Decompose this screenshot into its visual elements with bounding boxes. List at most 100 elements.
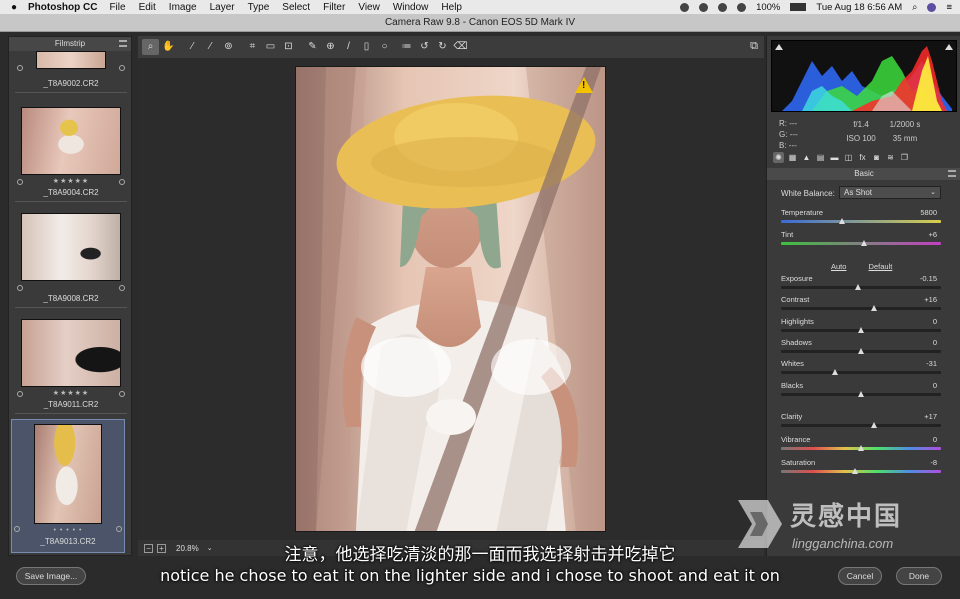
blacks-value[interactable]: 0 bbox=[933, 381, 937, 390]
saturation-slider[interactable]: Saturation -8 bbox=[781, 458, 941, 478]
transform-tool-icon[interactable]: ⊡ bbox=[280, 39, 297, 55]
blacks-handle[interactable] bbox=[858, 391, 864, 397]
saturation-handle[interactable] bbox=[851, 468, 858, 474]
spot-removal-tool-icon[interactable]: ✎ bbox=[304, 39, 321, 55]
graduated-filter-icon[interactable]: ▯ bbox=[358, 39, 375, 55]
zoom-tool-icon[interactable]: ⌕ bbox=[142, 39, 159, 55]
menu-help[interactable]: Help bbox=[441, 2, 462, 13]
search-icon[interactable]: ⌕ bbox=[912, 2, 917, 13]
shadows-value[interactable]: 0 bbox=[933, 338, 937, 347]
exposure-handle[interactable] bbox=[854, 284, 861, 290]
filmstrip-menu-icon[interactable] bbox=[119, 40, 127, 47]
highlights-handle[interactable] bbox=[858, 327, 864, 333]
filmstrip-item[interactable]: _T8A9002.CR2 bbox=[15, 51, 127, 93]
whites-track[interactable] bbox=[781, 371, 941, 374]
exposure-slider[interactable]: Exposure -0.15 bbox=[781, 274, 941, 294]
whites-value[interactable]: -31 bbox=[926, 359, 937, 368]
color-sampler-tool-icon[interactable]: ⁄ bbox=[202, 39, 219, 55]
warning-icon[interactable]: ! bbox=[575, 77, 593, 93]
clarity-track[interactable] bbox=[781, 424, 941, 427]
tint-handle[interactable] bbox=[861, 240, 868, 246]
saturation-value[interactable]: -8 bbox=[930, 458, 937, 467]
vibrance-slider[interactable]: Vibrance 0 bbox=[781, 435, 941, 455]
white-balance-select[interactable]: As Shot ⌄ bbox=[839, 186, 941, 199]
highlights-value[interactable]: 0 bbox=[933, 317, 937, 326]
contrast-value[interactable]: +16 bbox=[924, 295, 937, 304]
contrast-track[interactable] bbox=[781, 307, 941, 310]
effects-tab-icon[interactable]: fx bbox=[857, 152, 868, 163]
highlight-clipping-icon[interactable] bbox=[945, 44, 953, 50]
default-link[interactable]: Default bbox=[869, 262, 893, 271]
filmstrip-item-selected[interactable]: • • • • • _T8A9013.CR2 bbox=[11, 419, 125, 553]
trash-icon[interactable]: ⌫ bbox=[452, 39, 469, 55]
split-toning-tab-icon[interactable]: ▬ bbox=[829, 152, 840, 163]
filmstrip-item[interactable]: ★★★★★ _T8A9011.CR2 bbox=[15, 319, 127, 414]
exposure-track[interactable] bbox=[781, 286, 941, 289]
cloud-icon[interactable] bbox=[699, 2, 709, 12]
temperature-handle[interactable] bbox=[838, 218, 845, 224]
menu-image[interactable]: Image bbox=[169, 2, 197, 13]
rating-stars[interactable] bbox=[15, 283, 127, 293]
tint-value[interactable]: +6 bbox=[928, 230, 937, 239]
temperature-track[interactable] bbox=[781, 220, 941, 223]
camera-calibration-tab-icon[interactable]: ◙ bbox=[871, 152, 882, 163]
toggle-fullscreen-icon[interactable]: ⧉ bbox=[750, 40, 758, 53]
temperature-value[interactable]: 5800 bbox=[920, 208, 937, 217]
clarity-value[interactable]: +17 bbox=[924, 412, 937, 421]
presets-tab-icon[interactable]: ≋ bbox=[885, 152, 896, 163]
temperature-slider[interactable]: Temperature 5800 bbox=[781, 208, 941, 228]
radial-filter-icon[interactable]: ○ bbox=[376, 39, 393, 55]
detail-tab-icon[interactable]: ▲ bbox=[801, 152, 812, 163]
wifi-icon[interactable] bbox=[737, 2, 747, 12]
clarity-slider[interactable]: Clarity +17 bbox=[781, 412, 941, 432]
exposure-value[interactable]: -0.15 bbox=[920, 274, 937, 283]
hand-tool-icon[interactable]: ✋ bbox=[160, 39, 177, 55]
lens-corrections-tab-icon[interactable]: ◫ bbox=[843, 152, 854, 163]
rating-stars[interactable]: ★★★★★ bbox=[15, 389, 127, 399]
filmstrip-item[interactable]: ★★★★★ _T8A9004.CR2 bbox=[15, 107, 127, 202]
hsl-tab-icon[interactable]: ▤ bbox=[815, 152, 826, 163]
menu-edit[interactable]: Edit bbox=[139, 2, 156, 13]
crop-tool-icon[interactable]: ⌗ bbox=[244, 39, 261, 55]
vibrance-handle[interactable] bbox=[858, 445, 864, 451]
red-eye-tool-icon[interactable]: ⊕ bbox=[322, 39, 339, 55]
user-avatar-icon[interactable] bbox=[927, 2, 937, 12]
contrast-slider[interactable]: Contrast +16 bbox=[781, 295, 941, 315]
record-icon[interactable] bbox=[680, 2, 690, 12]
menu-window[interactable]: Window bbox=[393, 2, 429, 13]
notification-list-icon[interactable]: ≡ bbox=[946, 2, 952, 13]
menu-type[interactable]: Type bbox=[248, 2, 270, 13]
filmstrip-item[interactable]: _T8A9008.CR2 bbox=[15, 213, 127, 308]
menu-file[interactable]: File bbox=[109, 2, 125, 13]
preview-photo[interactable]: ! bbox=[295, 66, 606, 532]
menu-view[interactable]: View bbox=[358, 2, 380, 13]
preferences-icon[interactable]: ≔ bbox=[398, 39, 415, 55]
menu-layer[interactable]: Layer bbox=[210, 2, 235, 13]
clarity-handle[interactable] bbox=[870, 422, 877, 428]
basic-panel-menu-icon[interactable] bbox=[948, 170, 956, 177]
bluetooth-icon[interactable] bbox=[718, 2, 728, 12]
targeted-adjustment-tool-icon[interactable]: ⊚ bbox=[220, 39, 237, 55]
auto-link[interactable]: Auto bbox=[831, 262, 846, 271]
vibrance-value[interactable]: 0 bbox=[933, 435, 937, 444]
battery-icon[interactable] bbox=[790, 3, 807, 11]
rating-stars[interactable]: ★★★★★ bbox=[15, 177, 127, 187]
contrast-handle[interactable] bbox=[870, 305, 877, 311]
tint-slider[interactable]: Tint +6 bbox=[781, 230, 941, 250]
shadow-clipping-icon[interactable] bbox=[775, 44, 783, 50]
shadows-handle[interactable] bbox=[858, 348, 864, 354]
apple-icon[interactable]: ● bbox=[0, 2, 28, 13]
adjustment-brush-icon[interactable]: / bbox=[340, 39, 357, 55]
whites-handle[interactable] bbox=[832, 369, 839, 375]
highlights-slider[interactable]: Highlights 0 bbox=[781, 317, 941, 337]
menu-select[interactable]: Select bbox=[282, 2, 310, 13]
snapshots-tab-icon[interactable]: ❐ bbox=[899, 152, 910, 163]
blacks-slider[interactable]: Blacks 0 bbox=[781, 381, 941, 401]
app-name-menu[interactable]: Photoshop CC bbox=[28, 2, 97, 13]
straighten-tool-icon[interactable]: ▭ bbox=[262, 39, 279, 55]
menu-filter[interactable]: Filter bbox=[323, 2, 345, 13]
shadows-slider[interactable]: Shadows 0 bbox=[781, 338, 941, 358]
tone-curve-tab-icon[interactable]: ▦ bbox=[787, 152, 798, 163]
rating-stars[interactable]: • • • • • bbox=[12, 526, 124, 536]
rotate-left-icon[interactable]: ↺ bbox=[416, 39, 433, 55]
